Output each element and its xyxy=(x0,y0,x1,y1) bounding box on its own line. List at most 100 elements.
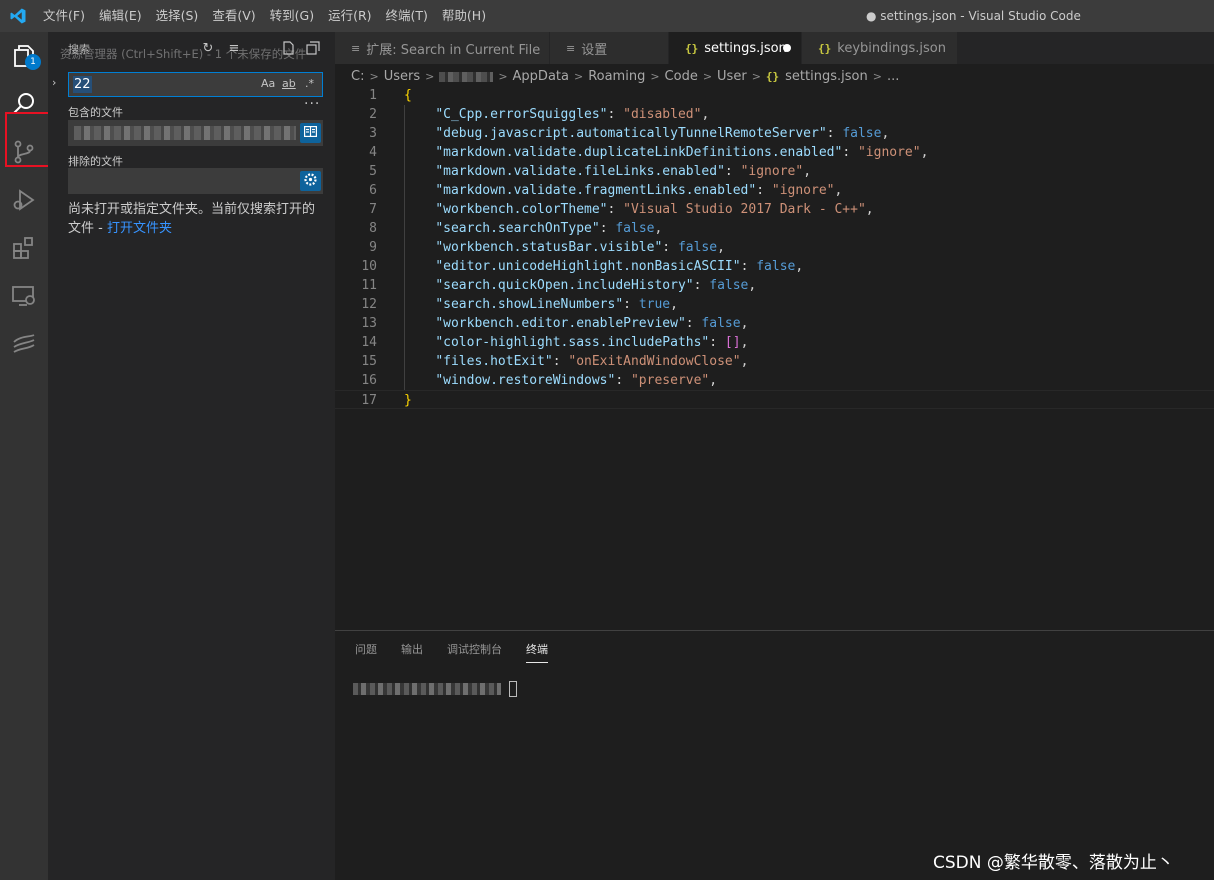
menu-file[interactable]: 文件(F) xyxy=(36,0,92,32)
search-open-editors-button[interactable] xyxy=(300,123,321,143)
code-line[interactable]: 8 "search.searchOnType": false, xyxy=(335,219,1214,238)
code-line[interactable]: 14 "color-highlight.sass.includePaths": … xyxy=(335,333,1214,352)
menu-edit[interactable]: 编辑(E) xyxy=(92,0,149,32)
breadcrumb-item[interactable]: ... xyxy=(887,69,899,84)
remote-explorer-icon xyxy=(11,283,37,309)
breadcrumb-item[interactable]: C: xyxy=(351,69,364,84)
run-debug-icon xyxy=(11,187,37,213)
include-files-label: 包含的文件 xyxy=(68,106,123,119)
code-line[interactable]: 1{ xyxy=(335,86,1214,105)
clear-results-icon[interactable]: ≡ xyxy=(226,41,242,57)
breadcrumb-item[interactable]: Users xyxy=(384,69,420,84)
line-number: 13 xyxy=(361,316,377,331)
tab-keybindings-json[interactable]: {} keybindings.json xyxy=(802,32,958,64)
line-number: 10 xyxy=(361,259,377,274)
json-icon: {} xyxy=(765,70,780,83)
extensions-icon xyxy=(11,235,37,261)
code-line[interactable]: 16 "window.restoreWindows": "preserve", xyxy=(335,371,1214,390)
tab-label: settings.json xyxy=(704,40,787,56)
line-text: "debug.javascript.automaticallyTunnelRem… xyxy=(435,126,890,141)
no-folder-text: 尚未打开或指定文件夹。当前仅搜索打开的文件 - xyxy=(68,202,316,236)
code-line[interactable]: 15 "files.hotExit": "onExitAndWindowClos… xyxy=(335,352,1214,371)
terminal-prompt[interactable] xyxy=(353,683,501,695)
editor-tabs: ≡ 扩展: Search in Current File ≡ 设置 {} set… xyxy=(335,32,1214,64)
open-folder-link[interactable]: 打开文件夹 xyxy=(107,221,172,236)
json-icon: {} xyxy=(818,41,832,55)
line-number: 1 xyxy=(369,88,377,103)
line-text: "workbench.statusBar.visible": false, xyxy=(435,240,725,255)
line-number: 15 xyxy=(361,354,377,369)
book-icon xyxy=(304,125,318,141)
tab-settings-json[interactable]: {} settings.json xyxy=(669,32,802,64)
code-line[interactable]: 2 "C_Cpp.errorSquiggles": "disabled", xyxy=(335,105,1214,124)
menu-help[interactable]: 帮助(H) xyxy=(435,0,493,32)
menu-go[interactable]: 转到(G) xyxy=(263,0,321,32)
tab-label: 设置 xyxy=(581,42,608,58)
line-number: 4 xyxy=(369,145,377,160)
menu-view[interactable]: 查看(V) xyxy=(205,0,262,32)
remote-explorer-button[interactable] xyxy=(0,272,48,320)
code-line[interactable]: 11 "search.quickOpen.includeHistory": fa… xyxy=(335,276,1214,295)
menu-terminal[interactable]: 终端(T) xyxy=(379,0,435,32)
code-line[interactable]: 17} xyxy=(335,390,1214,409)
explorer-button[interactable]: 1 xyxy=(0,32,48,80)
no-folder-message: 尚未打开或指定文件夹。当前仅搜索打开的文件 - 打开文件夹 xyxy=(68,200,318,238)
code-line[interactable]: 10 "editor.unicodeHighlight.nonBasicASCI… xyxy=(335,257,1214,276)
tab-settings[interactable]: ≡ 设置 xyxy=(550,32,669,64)
line-text: "markdown.validate.fragmentLinks.enabled… xyxy=(435,183,843,198)
breadcrumb-item[interactable]: settings.json xyxy=(785,69,868,84)
match-case-icon[interactable]: Aa xyxy=(261,77,275,90)
terminal-cursor xyxy=(509,681,517,697)
menu-selection[interactable]: 选择(S) xyxy=(149,0,206,32)
line-text: "workbench.colorTheme": "Visual Studio 2… xyxy=(435,202,874,217)
include-files-input[interactable] xyxy=(68,120,323,146)
new-search-editor-icon[interactable] xyxy=(280,41,296,57)
line-number: 9 xyxy=(369,240,377,255)
code-line[interactable]: 9 "workbench.statusBar.visible": false, xyxy=(335,238,1214,257)
breadcrumb-item[interactable]: Roaming xyxy=(588,69,645,84)
vscode-logo-icon xyxy=(0,0,36,32)
match-whole-word-icon[interactable]: ab xyxy=(282,77,296,90)
search-input[interactable]: 22 Aa ab .* xyxy=(68,72,323,97)
line-text: "workbench.editor.enablePreview": false, xyxy=(435,316,749,331)
tab-extension-preview[interactable]: ≡ 扩展: Search in Current File xyxy=(335,32,550,64)
menu-bar: 文件(F) 编辑(E) 选择(S) 查看(V) 转到(G) 运行(R) 终端(T… xyxy=(36,0,493,32)
code-line[interactable]: 4 "markdown.validate.duplicateLinkDefini… xyxy=(335,143,1214,162)
line-number: 16 xyxy=(361,373,377,388)
line-text: "markdown.validate.fileLinks.enabled": "… xyxy=(435,164,812,179)
code-line[interactable]: 7 "workbench.colorTheme": "Visual Studio… xyxy=(335,200,1214,219)
extensions-button[interactable] xyxy=(0,224,48,272)
toggle-replace-icon[interactable]: › xyxy=(52,76,56,89)
tab-debug-console[interactable]: 调试控制台 xyxy=(447,641,502,663)
line-number: 8 xyxy=(369,221,377,236)
tab-output[interactable]: 输出 xyxy=(401,641,423,663)
use-exclude-settings-button[interactable] xyxy=(300,171,321,191)
line-number: 12 xyxy=(361,297,377,312)
code-line[interactable]: 12 "search.showLineNumbers": true, xyxy=(335,295,1214,314)
line-number: 2 xyxy=(369,107,377,122)
code-line[interactable]: 3 "debug.javascript.automaticallyTunnelR… xyxy=(335,124,1214,143)
breadcrumb-item[interactable]: Code xyxy=(665,69,698,84)
run-debug-button[interactable] xyxy=(0,176,48,224)
line-number: 17 xyxy=(361,393,377,408)
code-line[interactable]: 6 "markdown.validate.fragmentLinks.enabl… xyxy=(335,181,1214,200)
refresh-icon[interactable]: ↻ xyxy=(200,41,216,57)
title-bar: 文件(F) 编辑(E) 选择(S) 查看(V) 转到(G) 运行(R) 终端(T… xyxy=(0,0,1214,32)
line-text: "search.showLineNumbers": true, xyxy=(435,297,678,312)
extension-view-button[interactable] xyxy=(0,320,48,368)
tab-problems[interactable]: 问题 xyxy=(355,641,377,663)
code-line[interactable]: 13 "workbench.editor.enablePreview": fal… xyxy=(335,314,1214,333)
exclude-files-input[interactable] xyxy=(68,168,323,194)
code-line[interactable]: 5 "markdown.validate.fileLinks.enabled":… xyxy=(335,162,1214,181)
use-regex-icon[interactable]: .* xyxy=(305,77,314,90)
tab-terminal[interactable]: 终端 xyxy=(526,641,548,663)
breadcrumb-item[interactable]: User xyxy=(717,69,747,84)
breadcrumb-redacted[interactable] xyxy=(439,71,494,82)
explorer-tooltip: 资源管理器 (Ctrl+Shift+E) - 1 个未保存的文件 xyxy=(60,47,307,61)
toggle-search-details-icon[interactable]: ··· xyxy=(304,96,320,112)
collapse-all-icon[interactable] xyxy=(305,41,321,57)
menu-run[interactable]: 运行(R) xyxy=(321,0,378,32)
unsaved-dot-icon[interactable] xyxy=(783,44,791,52)
breadcrumb-item[interactable]: AppData xyxy=(513,69,569,84)
tab-label: keybindings.json xyxy=(837,40,946,56)
